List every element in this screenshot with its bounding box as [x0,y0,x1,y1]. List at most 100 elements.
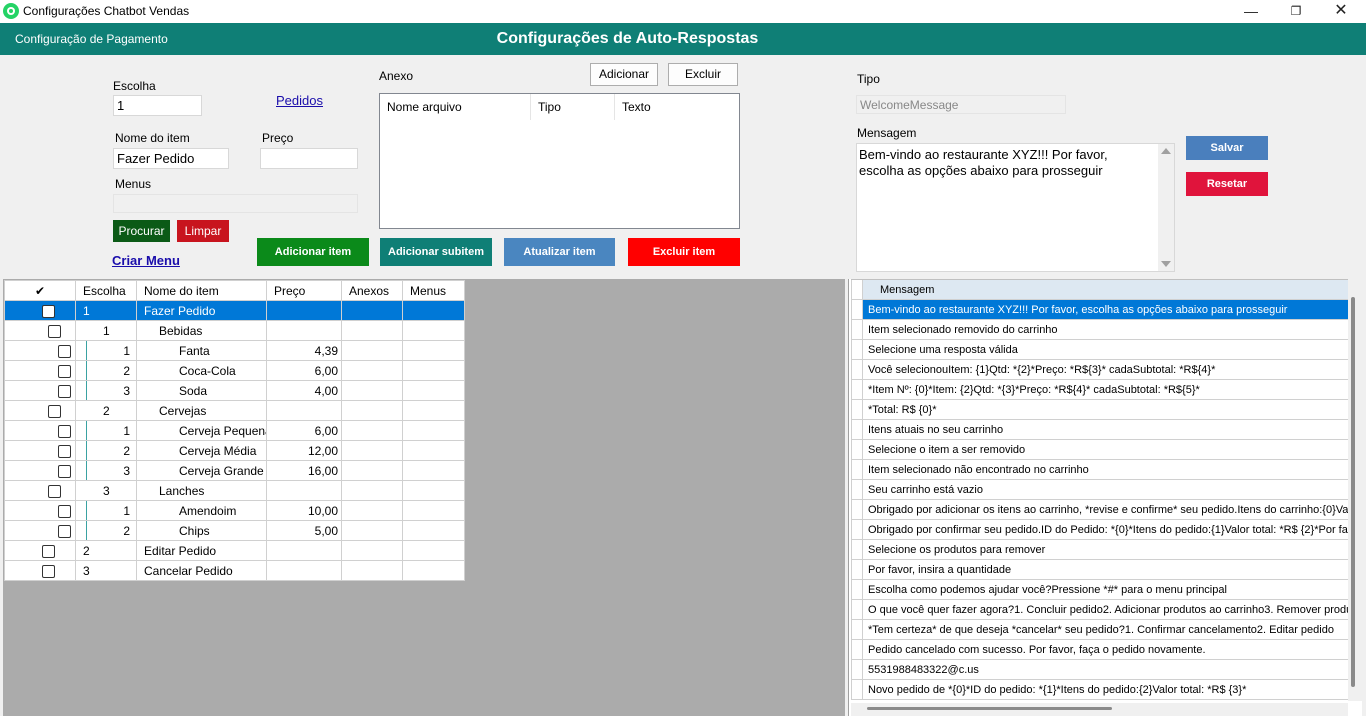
row-anexos[interactable] [341,420,403,441]
row-nome[interactable]: Amendoim [136,500,267,521]
message-cell[interactable]: Por favor, insira a quantidade [862,559,1348,580]
row-menus[interactable] [402,360,465,381]
row-escolha[interactable]: 2 [75,360,137,381]
message-row[interactable]: Você selecionouItem: {1}Qtd: *{2}*Preço:… [851,359,1348,380]
message-row[interactable]: *Tem certeza* de que deseja *cancelar* s… [851,619,1348,640]
row-menus[interactable] [402,520,465,541]
message-row[interactable]: Obrigado por adicionar os itens ao carri… [851,499,1348,520]
row-anexos[interactable] [341,360,403,381]
message-cell[interactable]: Escolha como podemos ajudar você?Pressio… [862,579,1348,600]
row-header[interactable] [851,459,863,480]
tree-row[interactable]: 2 Coca-Cola 6,00 [4,360,465,381]
message-row[interactable]: Obrigado por confirmar seu pedido.ID do … [851,519,1348,540]
row-preco[interactable]: 6,00 [266,420,342,441]
row-escolha[interactable]: 1 [75,500,137,521]
vscroll-thumb[interactable] [1351,297,1355,687]
row-header[interactable] [851,679,863,700]
row-anexos[interactable] [341,500,403,521]
row-escolha[interactable]: 3 [75,560,137,581]
tree-row[interactable]: 3 Cancelar Pedido [4,560,465,581]
row-checkbox[interactable] [42,565,55,579]
message-cell[interactable]: *Total: R$ {0}* [862,399,1348,420]
message-cell[interactable]: Selecione os produtos para remover [862,539,1348,560]
row-header[interactable] [851,659,863,680]
row-header[interactable] [851,359,863,380]
anexo-col-nome[interactable]: Nome arquivo [380,94,531,120]
close-button[interactable]: ✕ [1318,0,1364,23]
message-row[interactable]: Item selecionado não encontrado no carri… [851,459,1348,480]
row-checkbox[interactable] [42,545,55,559]
tree-row[interactable]: 2 Cervejas [4,400,465,421]
col-preco[interactable]: Preço [266,280,342,301]
row-escolha[interactable]: 2 [75,440,137,461]
row-escolha[interactable]: 1 [75,300,137,321]
row-anexos[interactable] [341,560,403,581]
row-anexos[interactable] [341,380,403,401]
row-nome[interactable]: Coca-Cola [136,360,267,381]
row-header[interactable] [851,339,863,360]
row-nome[interactable]: Lanches [136,480,267,501]
row-preco[interactable] [266,560,342,581]
row-menus[interactable] [402,340,465,361]
message-cell[interactable]: Seu carrinho está vazio [862,479,1348,500]
message-row[interactable]: *Item Nº: {0}*Item: {2}Qtd: *{3}*Preço: … [851,379,1348,400]
row-escolha[interactable]: 3 [75,460,137,481]
row-menus[interactable] [402,380,465,401]
row-checkbox[interactable] [58,445,71,459]
message-row[interactable]: Por favor, insira a quantidade [851,559,1348,580]
message-cell[interactable]: Obrigado por adicionar os itens ao carri… [862,499,1348,520]
message-row[interactable]: Escolha como podemos ajudar você?Pressio… [851,579,1348,600]
tipo-input[interactable]: WelcomeMessage [856,95,1066,114]
message-row[interactable]: Pedido cancelado com sucesso. Por favor,… [851,639,1348,660]
row-header[interactable] [851,419,863,440]
row-escolha[interactable]: 1 [75,420,137,441]
row-preco[interactable] [266,480,342,501]
criar-menu-link[interactable]: Criar Menu [112,253,180,268]
message-cell[interactable]: Itens atuais no seu carrinho [862,419,1348,440]
mensagem-scrollbar[interactable] [1158,144,1174,271]
message-cell[interactable]: Selecione uma resposta válida [862,339,1348,360]
message-row[interactable]: Selecione os produtos para remover [851,539,1348,560]
hscroll-thumb[interactable] [867,707,1112,710]
row-nome[interactable]: Bebidas [136,320,267,341]
row-escolha[interactable]: 2 [75,520,137,541]
tree-row[interactable]: 1 Fanta 4,39 [4,340,465,361]
message-cell[interactable]: Novo pedido de *{0}*ID do pedido: *{1}*I… [862,679,1348,700]
row-menus[interactable] [402,540,465,561]
row-preco[interactable]: 16,00 [266,460,342,481]
row-menus[interactable] [402,560,465,581]
row-menus[interactable] [402,480,465,501]
message-row[interactable]: Selecione uma resposta válida [851,339,1348,360]
row-preco[interactable]: 12,00 [266,440,342,461]
anexo-list[interactable]: Nome arquivo Tipo Texto [379,93,740,229]
anexo-col-texto[interactable]: Texto [615,94,739,120]
message-cell[interactable]: O que você quer fazer agora?1. Concluir … [862,599,1348,620]
messages-horizontal-scrollbar[interactable] [851,703,1348,716]
message-cell[interactable]: Obrigado por confirmar seu pedido.ID do … [862,519,1348,540]
row-preco[interactable] [266,400,342,421]
row-menus[interactable] [402,400,465,421]
row-menus[interactable] [402,440,465,461]
row-anexos[interactable] [341,340,403,361]
row-menus[interactable] [402,300,465,321]
row-preco[interactable] [266,300,342,321]
row-escolha[interactable]: 2 [75,400,137,421]
limpar-button[interactable]: Limpar [177,220,229,242]
row-escolha[interactable]: 1 [75,320,137,341]
row-preco[interactable] [266,320,342,341]
col-anexos[interactable]: Anexos [341,280,403,301]
mensagem-textarea[interactable]: Bem-vindo ao restaurante XYZ!!! Por favo… [856,143,1175,272]
escolha-input[interactable]: 1 [113,95,202,116]
row-anexos[interactable] [341,400,403,421]
row-header[interactable] [851,639,863,660]
message-row[interactable]: 5531988483322@c.us [851,659,1348,680]
message-cell[interactable]: Selecione o item a ser removido [862,439,1348,460]
message-row[interactable]: Selecione o item a ser removido [851,439,1348,460]
restore-button[interactable]: ❐ [1273,0,1319,23]
row-header[interactable] [851,519,863,540]
row-header[interactable] [851,499,863,520]
tree-row[interactable]: 1 Fazer Pedido [4,300,465,321]
row-header[interactable] [851,479,863,500]
message-cell[interactable]: Item selecionado removido do carrinho [862,319,1348,340]
resetar-button[interactable]: Resetar [1186,172,1268,196]
